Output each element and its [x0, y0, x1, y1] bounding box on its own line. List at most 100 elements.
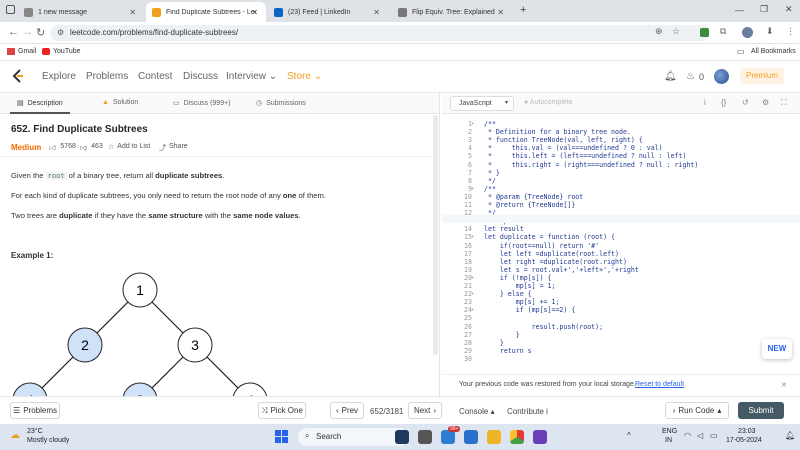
text: .: [298, 211, 301, 220]
premium-button[interactable]: Premium: [740, 68, 784, 84]
restore-message: Your previous code was restored from you…: [459, 381, 636, 388]
close-window-icon[interactable]: ✕: [785, 4, 793, 15]
tab-submissions[interactable]: ◷ Submissions: [256, 99, 306, 108]
text: Given the: [11, 171, 44, 180]
pick-one-button[interactable]: ⤨ Pick One: [258, 402, 306, 419]
tree-node-label: 1: [136, 282, 144, 298]
tab-discuss[interactable]: ▭ Discuss (999+): [173, 99, 231, 108]
bookmark-youtube[interactable]: YouTube: [53, 48, 81, 55]
tab-description[interactable]: ▤ Description: [17, 99, 63, 108]
browser-tab-leetcode[interactable]: Find Duplicate Subtrees - LeetC ✕: [146, 2, 266, 22]
chevron-up-icon[interactable]: ^: [627, 431, 631, 440]
extension-icon[interactable]: [700, 28, 709, 37]
likes-count: 5768: [60, 143, 76, 150]
language-select[interactable]: JavaScript ▾: [450, 96, 514, 111]
clock-date[interactable]: 17-05-2024: [726, 437, 762, 444]
problems-list-button[interactable]: ☰ Problems: [10, 402, 60, 419]
browser-tab-message[interactable]: 1 new message ✕: [18, 2, 144, 22]
code-line[interactable]: 30: [442, 355, 792, 363]
language-indicator[interactable]: ENG: [662, 428, 677, 435]
clock-time[interactable]: 23:03: [738, 428, 756, 435]
prev-button[interactable]: ‹ Prev: [330, 402, 364, 419]
downloads-icon[interactable]: ⬇: [766, 26, 774, 37]
mail-app-icon[interactable]: [441, 430, 455, 444]
notifications-icon[interactable]: 🔔︎: [785, 431, 795, 440]
share-button[interactable]: ⤴ Share: [159, 143, 188, 153]
bell-icon[interactable]: 🔔︎: [664, 71, 677, 82]
autocomplete-toggle[interactable]: ● Autocomplete: [524, 99, 573, 106]
play-icon: ›: [672, 406, 676, 415]
nav-explore[interactable]: Explore: [42, 71, 76, 82]
tab-solution[interactable]: ▲ Solution: [102, 99, 138, 106]
nav-problems[interactable]: Problems: [86, 71, 128, 82]
run-code-button[interactable]: › Run Code ▴: [665, 402, 729, 419]
reset-to-default-link[interactable]: Reset to default: [635, 381, 684, 388]
bookmark-star-icon[interactable]: ☆: [672, 26, 680, 37]
nav-interview[interactable]: Interview ⌄: [226, 71, 277, 82]
extensions-icon[interactable]: ⧉: [720, 26, 726, 37]
weather-desc[interactable]: Mostly cloudy: [27, 437, 69, 444]
region-indicator[interactable]: IN: [665, 437, 672, 444]
tab-search-icon[interactable]: [6, 5, 15, 14]
dislike-button[interactable]: 👎︎ 463: [80, 143, 103, 152]
forward-icon[interactable]: →: [22, 26, 33, 38]
app-icon[interactable]: [395, 430, 409, 444]
undo-icon[interactable]: ↺: [742, 98, 749, 107]
file-explorer-icon[interactable]: [487, 430, 501, 444]
zoom-icon[interactable]: ⊕: [655, 26, 663, 37]
volume-icon[interactable]: ◁: [697, 431, 703, 440]
close-icon[interactable]: ✕: [251, 8, 258, 17]
leetcode-logo[interactable]: [12, 69, 24, 84]
shuffle-icon: ⤨: [261, 405, 268, 415]
mail-icon: [24, 7, 33, 17]
new-badge-button[interactable]: NEW: [762, 339, 792, 359]
profile-avatar[interactable]: [742, 27, 753, 38]
chevron-up-icon: ▴: [490, 407, 495, 416]
edge-icon[interactable]: [464, 430, 478, 444]
browser-tab-flip[interactable]: Flip Equiv. Tree: Explained ✕: [392, 2, 512, 22]
url-field[interactable]: ⚙ leetcode.com/problems/find-duplicate-s…: [50, 25, 710, 41]
nav-contest[interactable]: Contest: [138, 71, 172, 82]
fullscreen-icon[interactable]: ⛶: [781, 98, 787, 108]
like-button[interactable]: 👍︎ 5768: [49, 143, 76, 152]
code-area[interactable]: 1 ▾/** 2 * Definition for a binary tree no…: [442, 120, 800, 363]
youtube-icon: [42, 48, 50, 55]
info-icon[interactable]: i: [704, 98, 706, 107]
scrollbar[interactable]: [433, 115, 438, 355]
contribute-button[interactable]: Contribute i: [507, 407, 548, 416]
close-icon[interactable]: ✕: [373, 8, 380, 17]
add-to-list-button[interactable]: ☆ Add to List: [108, 143, 150, 151]
app-icon[interactable]: [533, 430, 547, 444]
example-tree-diagram: 1 2 3 4 2 4: [12, 272, 268, 396]
all-bookmarks[interactable]: All Bookmarks: [751, 48, 796, 55]
next-button[interactable]: Next ›: [408, 402, 442, 419]
nav-store[interactable]: Store ⌄: [287, 71, 322, 82]
tab-label: Submissions: [266, 99, 306, 107]
close-icon[interactable]: ✕: [781, 381, 787, 389]
battery-icon[interactable]: ▭: [710, 431, 718, 440]
taskbar-search[interactable]: ⌕ Search: [298, 428, 408, 446]
console-toggle[interactable]: Console ▴: [459, 407, 495, 416]
menu-icon[interactable]: ⋮: [786, 26, 795, 37]
close-icon[interactable]: ✕: [497, 8, 504, 17]
new-tab-button[interactable]: +: [520, 4, 526, 16]
minimize-icon[interactable]: —: [735, 5, 744, 15]
maximize-icon[interactable]: ❐: [760, 4, 768, 15]
back-icon[interactable]: ←: [8, 26, 19, 38]
weather-temp[interactable]: 23°C: [27, 428, 43, 435]
task-view-icon[interactable]: [418, 430, 432, 444]
site-info-icon[interactable]: ⚙: [57, 28, 64, 37]
share-icon: ⤴: [159, 145, 166, 152]
close-icon[interactable]: ✕: [129, 8, 136, 17]
braces-icon[interactable]: {}: [721, 98, 726, 107]
nav-discuss[interactable]: Discuss: [183, 71, 218, 82]
wifi-icon[interactable]: ◠: [684, 431, 691, 440]
browser-tab-linkedin[interactable]: (23) Feed | LinkedIn ✕: [268, 2, 388, 22]
submit-button[interactable]: Submit: [738, 402, 784, 419]
windows-start-icon[interactable]: [275, 430, 289, 444]
bookmark-gmail[interactable]: Gmail: [18, 48, 36, 55]
reload-icon[interactable]: ↻: [36, 26, 45, 39]
settings-icon[interactable]: ⚙: [762, 98, 769, 107]
chrome-icon[interactable]: [510, 430, 524, 444]
user-avatar[interactable]: [714, 69, 729, 84]
